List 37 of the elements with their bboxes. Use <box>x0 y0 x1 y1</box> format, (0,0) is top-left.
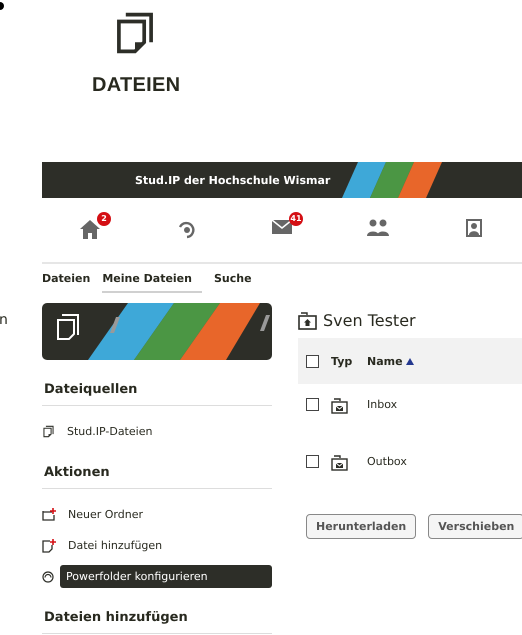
count-badge: 41 <box>289 212 303 226</box>
people-icon[interactable] <box>367 219 389 237</box>
profile-icon[interactable] <box>466 219 482 237</box>
mail-icon[interactable] <box>271 219 293 235</box>
action-button[interactable]: Verschieben <box>428 514 522 539</box>
checkbox[interactable] <box>306 455 319 468</box>
site-title: Stud.IP der Hochschule Wismar <box>135 174 330 186</box>
cut-text: n <box>0 312 8 328</box>
column-header[interactable]: Typ <box>331 354 367 368</box>
home-icon[interactable] <box>79 219 101 239</box>
mail-folder-icon <box>331 455 349 471</box>
column-header[interactable]: Name <box>367 354 414 368</box>
checkbox[interactable] <box>306 354 319 368</box>
action-button[interactable]: Herunterladen <box>306 514 416 539</box>
mail-folder-icon <box>331 398 349 414</box>
sidebar-item[interactable]: Neuer Ordner <box>62 503 272 526</box>
add-file-icon <box>42 538 56 552</box>
files-icon <box>42 425 55 438</box>
activity-icon[interactable] <box>176 219 196 239</box>
file-name[interactable]: Inbox <box>367 398 398 411</box>
sidebar-item[interactable]: Stud.IP-Dateien <box>61 420 272 443</box>
section-heading: DATEIEN <box>92 74 180 97</box>
tab[interactable]: Suche <box>214 272 252 293</box>
circle-icon <box>42 570 54 582</box>
count-badge: 2 <box>97 212 111 226</box>
home-folder-icon <box>298 312 318 330</box>
tab[interactable]: Meine Dateien <box>102 272 202 293</box>
file-name[interactable]: Outbox <box>367 455 407 468</box>
folder-title: Sven Tester <box>323 311 416 330</box>
tab[interactable]: Dateien <box>42 272 90 293</box>
section-title: Aktionen <box>42 443 272 489</box>
sidebar-item[interactable]: Powerfolder konfigurieren <box>60 565 272 588</box>
section-title: Dateiquellen <box>42 360 272 406</box>
checkbox[interactable] <box>306 398 319 411</box>
new-folder-icon <box>42 508 56 521</box>
sidebar-item[interactable]: Datei hinzufügen <box>62 534 272 557</box>
section-title: Dateien hinzufügen <box>42 588 272 634</box>
